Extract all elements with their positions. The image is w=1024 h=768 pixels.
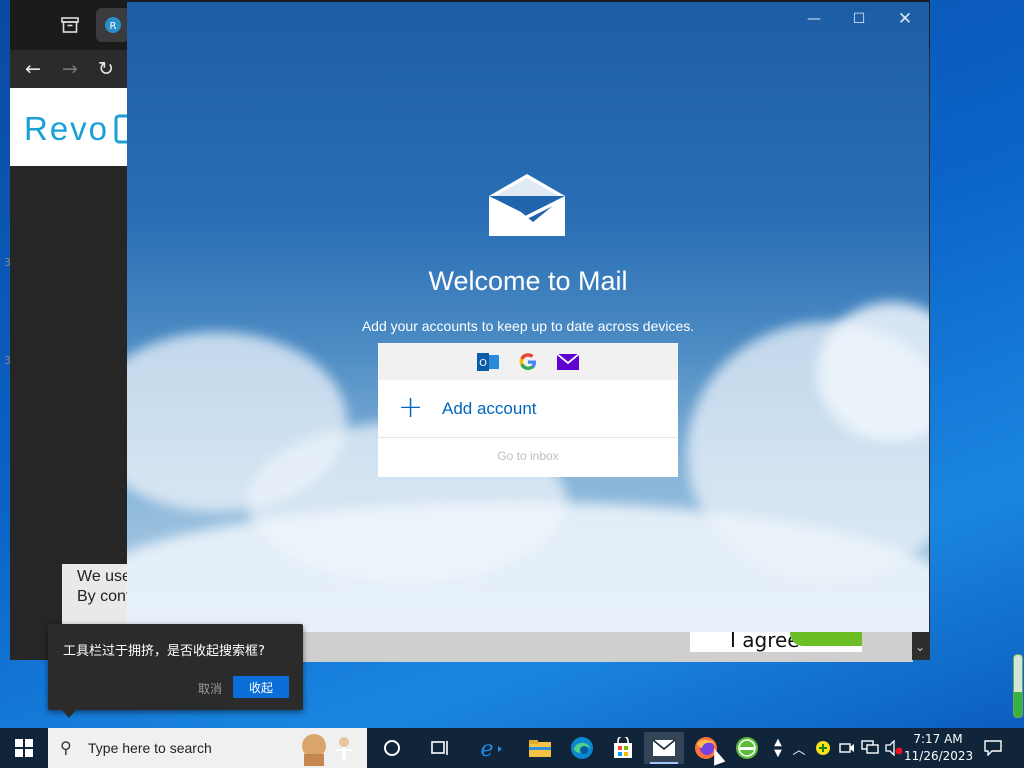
level-indicator [1013, 654, 1023, 718]
welcome-title: Welcome to Mail [428, 266, 628, 296]
dialog-arrow [62, 710, 76, 718]
svg-text:e: e [480, 737, 493, 760]
archive-icon[interactable] [53, 8, 87, 42]
maximize-icon[interactable]: ☐ [844, 8, 874, 30]
svg-text:R: R [110, 21, 117, 32]
reload-icon[interactable]: ↻ [93, 56, 119, 82]
yahoo-mail-icon [557, 351, 579, 373]
google-icon [517, 351, 539, 373]
minimize-icon[interactable]: — [799, 8, 829, 30]
agree-pill [790, 632, 862, 646]
back-arrow-icon[interactable]: ← [20, 56, 46, 82]
svg-text:O: O [479, 358, 487, 369]
show-hidden-icons-icon[interactable]: ︿ [789, 738, 809, 758]
revo-banner: Revo [10, 88, 128, 166]
search-icon: ⚲ [60, 738, 72, 757]
toolbar-crowded-dialog: 工具栏过于拥挤，是否收起搜索框? 取消 收起 [48, 624, 303, 718]
cancel-button[interactable]: 取消 [198, 680, 222, 697]
cortana-icon[interactable] [372, 732, 412, 764]
close-icon[interactable]: ✕ [890, 8, 920, 30]
notifications-icon[interactable] [982, 738, 1004, 758]
windows-logo-icon [15, 739, 33, 757]
task-view-icon[interactable] [420, 732, 460, 764]
cookie-line: We use [77, 568, 131, 585]
search-highlight-art [302, 734, 352, 766]
clock-date[interactable]: 11/26/2023 [904, 749, 973, 763]
scroll-down-icon[interactable]: ⌄ [915, 640, 925, 654]
recycle-bin-icon [114, 114, 128, 144]
forward-arrow-icon[interactable]: → [57, 56, 83, 82]
tray-app-icon[interactable] [813, 738, 833, 758]
dialog-message: 工具栏过于拥挤，是否收起搜索框? [63, 644, 265, 659]
file-explorer-icon[interactable] [520, 732, 560, 764]
add-account-button[interactable]: + Add account [378, 380, 678, 438]
collapse-button[interactable]: 收起 [233, 676, 289, 698]
internet-explorer-icon[interactable]: e [470, 732, 510, 764]
search-placeholder: Type here to search [88, 740, 212, 756]
green-app-icon[interactable] [727, 732, 767, 764]
account-card: O + Add account Go to inbox [378, 343, 678, 477]
taskbar-search-box[interactable]: ⚲ Type here to search [48, 728, 367, 768]
revo-tab-icon[interactable]: R [96, 8, 130, 42]
go-to-inbox-link[interactable]: Go to inbox [378, 449, 678, 463]
edge-icon[interactable] [562, 732, 602, 764]
mail-window: — ☐ ✕ Welcome to Mail Add your accounts … [127, 2, 929, 632]
plus-icon: + [398, 390, 424, 425]
cookie-line: By cont [77, 588, 131, 605]
level-fill [1014, 692, 1022, 717]
revo-logo-text: Revo [24, 110, 110, 147]
add-account-label: Add account [442, 399, 537, 418]
agree-button[interactable]: I agree [690, 632, 862, 652]
webcam-icon[interactable] [837, 738, 857, 758]
side-mark: 3 [4, 256, 11, 269]
mail-envelope-icon [489, 174, 565, 236]
clock-time[interactable]: 7:17 AM [904, 732, 972, 746]
volume-muted-icon[interactable] [884, 738, 904, 758]
side-mark: 3 [4, 354, 11, 367]
welcome-subtitle: Add your accounts to keep up to date acr… [361, 318, 695, 334]
taskbar-scroll-arrows[interactable]: ▲ ▼ [768, 730, 788, 766]
mail-icon[interactable] [644, 732, 684, 764]
start-button[interactable] [0, 728, 48, 768]
active-indicator [650, 762, 678, 764]
outlook-icon: O [477, 351, 499, 373]
network-icon[interactable] [860, 738, 880, 758]
taskbar: ⚲ Type here to search e ▲ ▼ ︿ 7:17 AM 11… [0, 728, 1024, 768]
store-icon[interactable] [603, 732, 643, 764]
provider-bar: O [378, 343, 678, 380]
